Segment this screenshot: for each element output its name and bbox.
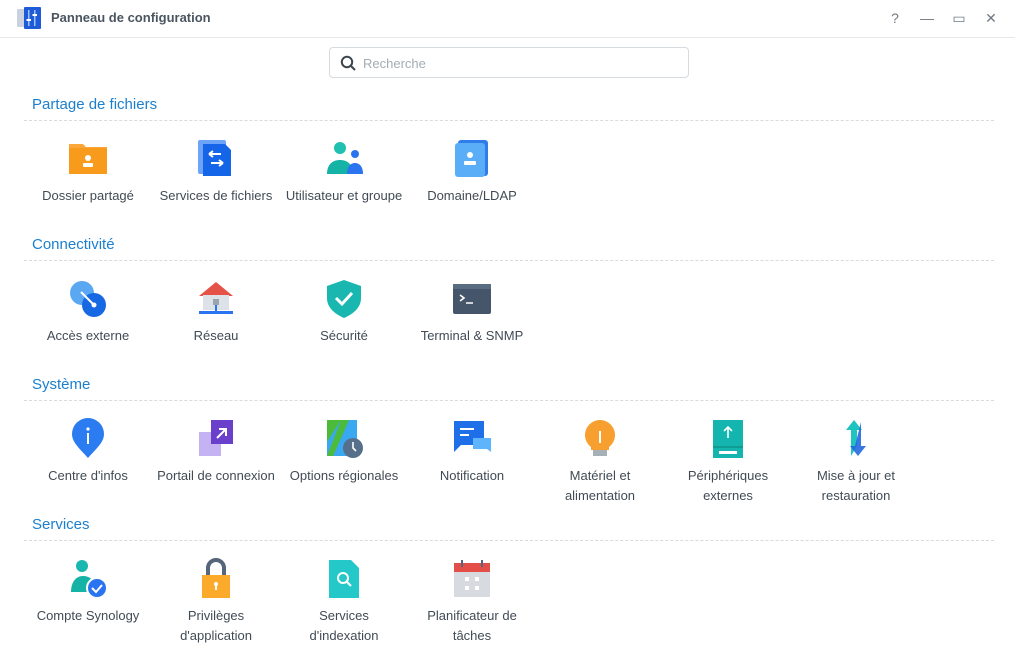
update-restore-icon <box>846 420 866 456</box>
control-panel-item[interactable]: Centre d'infos <box>28 418 148 514</box>
control-panel-item[interactable]: Planificateur de tâches <box>412 558 532 654</box>
control-panel-item[interactable]: Portail de connexion <box>156 418 276 514</box>
item-label: Sécurité <box>320 328 368 343</box>
control-panel-item[interactable]: Utilisateur et groupe <box>284 138 404 234</box>
item-label: Compte Synology <box>36 608 140 623</box>
item-label: Notification <box>439 468 505 483</box>
item-label: Dossier partagé <box>42 188 134 203</box>
control-panel-item[interactable]: Domaine/LDAP <box>412 138 532 234</box>
item-label: Privilèges d'application <box>180 608 252 643</box>
section-title: Système <box>32 376 91 393</box>
item-label: Domaine/LDAP <box>427 188 517 203</box>
shared-folder-icon <box>69 144 107 174</box>
item-label: Utilisateur et groupe <box>285 188 403 203</box>
section-divider <box>24 540 994 541</box>
hardware-power-icon <box>585 420 615 456</box>
control-panel-item[interactable]: Services de fichiers <box>156 138 276 234</box>
search-icon <box>340 55 356 71</box>
section-title: Connectivité <box>32 236 115 253</box>
task-scheduler-icon <box>454 560 490 597</box>
login-portal-icon <box>199 420 233 456</box>
security-shield-icon <box>327 280 361 318</box>
control-panel-item[interactable]: Terminal & SNMP <box>412 278 532 374</box>
control-panel-item[interactable]: Sécurité <box>284 278 404 374</box>
external-access-icon <box>70 281 106 317</box>
item-label: Accès externe <box>46 328 130 343</box>
control-panel-app-icon <box>17 7 41 29</box>
item-label: Matériel et alimentation <box>564 468 636 503</box>
search-input[interactable] <box>363 53 663 73</box>
terminal-icon <box>453 284 491 314</box>
domain-ldap-icon <box>455 140 488 177</box>
synology-account-icon <box>71 560 108 599</box>
regional-options-icon <box>327 420 363 458</box>
item-label: Planificateur de tâches <box>427 608 517 643</box>
minimize-button[interactable]: — <box>918 9 936 27</box>
info-center-icon <box>72 418 104 458</box>
item-label: Mise à jour et restauration <box>816 468 896 503</box>
indexing-service-icon <box>329 560 359 598</box>
item-label: Services de fichiers <box>159 188 273 203</box>
control-panel-item[interactable]: Réseau <box>156 278 276 374</box>
notification-icon <box>454 421 491 452</box>
section-1: Connectivité Accès externe Réseau Sécurité T… <box>0 236 1015 386</box>
control-panel-item[interactable]: Services d'indexation <box>284 558 404 654</box>
file-services-icon <box>198 140 231 176</box>
close-button[interactable]: ✕ <box>982 9 1000 27</box>
control-panel-item[interactable]: Mise à jour et restauration <box>796 418 916 514</box>
section-3: Services Compte Synology Privilèges d'appl… <box>0 516 1015 666</box>
control-panel-item[interactable]: Compte Synology <box>28 558 148 654</box>
section-2: Système Centre d'infos Portail de connexio… <box>0 376 1015 526</box>
control-panel-item[interactable]: Accès externe <box>28 278 148 374</box>
search-box[interactable] <box>329 47 689 78</box>
control-panel-item[interactable]: Matériel et alimentation <box>540 418 660 514</box>
control-panel-item[interactable]: Options régionales <box>284 418 404 514</box>
app-privileges-icon <box>202 558 230 598</box>
section-title: Partage de fichiers <box>32 96 158 113</box>
item-label: Terminal & SNMP <box>420 328 524 343</box>
user-group-icon <box>327 142 363 174</box>
item-label: Options régionales <box>289 468 399 483</box>
item-label: Réseau <box>193 328 239 343</box>
item-label: Centre d'infos <box>48 468 128 483</box>
control-panel-item[interactable]: Périphériques externes <box>668 418 788 514</box>
control-panel-item[interactable]: Dossier partagé <box>28 138 148 234</box>
section-title: Services <box>32 516 90 533</box>
control-panel-item[interactable]: Privilèges d'application <box>156 558 276 654</box>
item-label: Périphériques externes <box>687 468 769 503</box>
window-title: Panneau de configuration <box>51 10 211 25</box>
section-0: Partage de fichiers Dossier partagé Servic… <box>0 96 1015 246</box>
title-bar: Panneau de configuration ? — ▭ ✕ <box>0 0 1015 38</box>
external-devices-icon <box>713 420 743 458</box>
section-divider <box>24 400 994 401</box>
item-label: Portail de connexion <box>157 468 275 483</box>
item-label: Services d'indexation <box>309 608 379 643</box>
section-divider <box>24 120 994 121</box>
section-divider <box>24 260 994 261</box>
maximize-button[interactable]: ▭ <box>950 9 968 27</box>
network-icon <box>199 282 233 314</box>
help-button[interactable]: ? <box>886 9 904 27</box>
control-panel-item[interactable]: Notification <box>412 418 532 514</box>
